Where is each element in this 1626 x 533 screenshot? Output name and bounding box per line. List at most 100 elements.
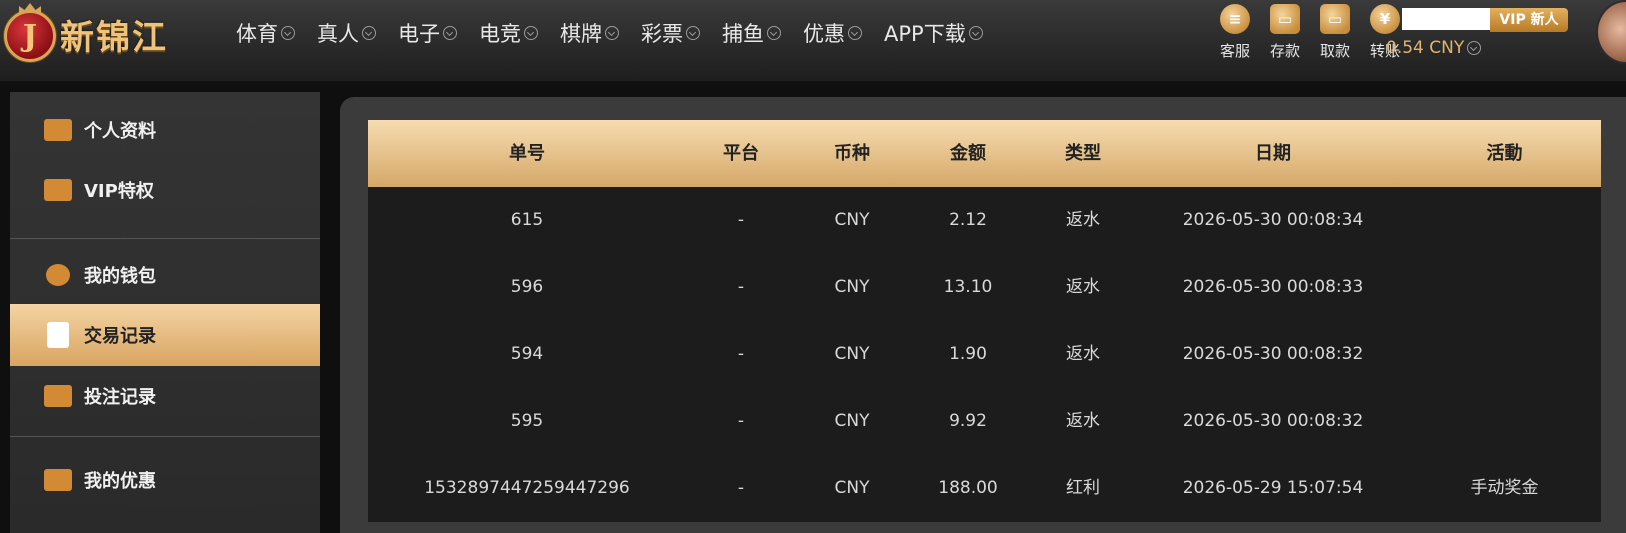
- avatar[interactable]: [1596, 0, 1626, 64]
- sidebar-item-bets[interactable]: 投注记录: [10, 365, 320, 427]
- nav-item-live-casino[interactable]: 真人: [317, 18, 376, 48]
- nav-item-promotions[interactable]: 优惠: [803, 18, 862, 48]
- table-row: 595 - CNY 9.92 返水 2026-05-30 00:08:32: [368, 388, 1601, 455]
- nav-label: 捕鱼: [722, 22, 764, 46]
- chevron-down-icon: [443, 26, 457, 40]
- cell-amount: 13.10: [943, 277, 993, 297]
- id-card-icon: [44, 119, 72, 141]
- cell-platform: -: [737, 411, 745, 431]
- cell-type: 返水: [1066, 277, 1100, 297]
- sidebar-item-transactions[interactable]: 交易记录: [10, 304, 320, 366]
- cell-date: 2026-05-30 00:08:33: [1182, 277, 1364, 297]
- sidebar-item-promotions[interactable]: 我的优惠: [10, 449, 320, 511]
- cell-activity: [1408, 388, 1601, 455]
- column-header-date: 日期: [1255, 143, 1291, 164]
- table-header: 单号 平台 币种 金额 类型 日期 活動: [368, 120, 1601, 187]
- column-header-amount: 金额: [950, 143, 986, 164]
- chevron-down-icon: [848, 26, 862, 40]
- header-actions: ≡ 客服 ▭ 存款 ▭ 取款 ¥ 转账: [1210, 4, 1410, 64]
- chevron-down-icon: [968, 26, 983, 40]
- sidebar-item-vip[interactable]: VIP特权: [10, 159, 320, 221]
- cell-activity: [1408, 321, 1601, 388]
- chevron-down-icon: [281, 26, 295, 40]
- withdraw-button[interactable]: ▭ 取款: [1310, 4, 1360, 64]
- nav-item-fishing[interactable]: 捕鱼: [722, 18, 781, 48]
- nav-item-app-download[interactable]: APP下载: [884, 18, 983, 48]
- cell-platform: -: [737, 344, 745, 364]
- logo-letter: J: [22, 19, 38, 54]
- sidebar-item-label: 我的优惠: [84, 471, 156, 492]
- nav-label: 优惠: [803, 22, 845, 46]
- sidebar-divider: [10, 436, 320, 437]
- document-icon: [47, 322, 69, 348]
- sidebar-item-label: VIP特权: [84, 181, 154, 202]
- table-row: 596 - CNY 13.10 返水 2026-05-30 00:08:33: [368, 254, 1601, 321]
- cell-amount: 188.00: [938, 478, 998, 498]
- cell-currency: CNY: [834, 344, 870, 364]
- nav-item-sports[interactable]: 体育: [236, 18, 295, 48]
- nav-item-cards[interactable]: 棋牌: [560, 18, 619, 48]
- logo-text: 新锦江: [60, 18, 168, 58]
- vip-badge[interactable]: VIP 新人: [1490, 8, 1568, 32]
- sidebar-item-wallet[interactable]: 我的钱包: [10, 244, 320, 306]
- top-header: J 新锦江 体育 真人 电子 电竞 棋牌 彩票 捕鱼 优惠 APP下载 ≡ 客服…: [0, 0, 1626, 82]
- cell-date: 2026-05-30 00:08:32: [1182, 411, 1364, 431]
- nav-label: 电子: [398, 22, 440, 46]
- table-row: 594 - CNY 1.90 返水 2026-05-30 00:08:32: [368, 321, 1601, 388]
- crown-icon: [19, 3, 41, 13]
- cell-currency: CNY: [834, 411, 870, 431]
- balance-value: 0.54 CNY: [1386, 38, 1465, 58]
- cell-currency: CNY: [834, 478, 870, 498]
- column-header-currency: 币种: [834, 143, 870, 164]
- column-header-order-no: 单号: [509, 143, 545, 164]
- cell-platform: -: [737, 478, 745, 498]
- balance-display[interactable]: 0.54 CNY: [1386, 38, 1482, 58]
- cell-date: 2026-05-29 15:07:54: [1182, 478, 1364, 498]
- nav-label: 棋牌: [560, 22, 602, 46]
- username-field[interactable]: [1402, 8, 1490, 30]
- cell-platform: -: [737, 210, 745, 230]
- cell-activity: [1408, 254, 1601, 321]
- nav-label: 彩票: [641, 22, 683, 46]
- cell-activity: 手动奖金: [1470, 478, 1539, 498]
- sidebar-divider: [10, 238, 320, 239]
- nav-label: 电竞: [479, 22, 521, 46]
- cell-type: 红利: [1066, 478, 1100, 498]
- gift-bag-icon: [44, 469, 72, 491]
- sidebar-item-label: 投注记录: [84, 387, 156, 408]
- logo-badge-icon: J: [4, 3, 56, 62]
- nav-label: 真人: [317, 22, 359, 46]
- nav-item-lottery[interactable]: 彩票: [641, 18, 700, 48]
- column-header-activity: 活動: [1486, 143, 1523, 164]
- chevron-down-icon: [1467, 41, 1482, 55]
- nav-item-slots[interactable]: 电子: [398, 18, 457, 48]
- yen-coin-icon: ¥: [1370, 4, 1400, 34]
- sidebar-item-label: 交易记录: [84, 326, 156, 347]
- site-logo[interactable]: J 新锦江: [0, 3, 210, 66]
- cell-platform: -: [737, 277, 745, 297]
- cell-amount: 9.92: [949, 411, 987, 431]
- cell-order-no: 596: [510, 277, 544, 297]
- vip-card-icon: [44, 179, 72, 201]
- cell-type: 返水: [1066, 344, 1100, 364]
- cell-type: 返水: [1066, 411, 1100, 431]
- cell-amount: 1.90: [949, 344, 987, 364]
- piggy-bank-icon: [46, 264, 70, 286]
- action-label: 存款: [1269, 42, 1300, 60]
- chat-icon: ≡: [1220, 4, 1250, 34]
- nav-label: APP下载: [884, 22, 966, 46]
- chevron-down-icon: [686, 26, 700, 40]
- cell-order-no: 615: [510, 210, 544, 230]
- nav-item-esports[interactable]: 电竞: [479, 18, 538, 48]
- sidebar-item-profile[interactable]: 个人资料: [10, 99, 320, 161]
- column-header-platform: 平台: [723, 143, 759, 164]
- main-nav: 体育 真人 电子 电竞 棋牌 彩票 捕鱼 优惠 APP下载: [236, 18, 1005, 48]
- sidebar-item-label: 我的钱包: [84, 266, 156, 287]
- account-sidebar: 个人资料 VIP特权 我的钱包 交易记录 投注记录 我的优惠: [10, 92, 320, 533]
- chevron-down-icon: [767, 26, 781, 40]
- table-row: 615 - CNY 2.12 返水 2026-05-30 00:08:34: [368, 187, 1601, 254]
- cell-order-no: 594: [510, 344, 544, 364]
- chevron-down-icon: [362, 26, 376, 40]
- deposit-button[interactable]: ▭ 存款: [1260, 4, 1310, 64]
- customer-service-button[interactable]: ≡ 客服: [1210, 4, 1260, 64]
